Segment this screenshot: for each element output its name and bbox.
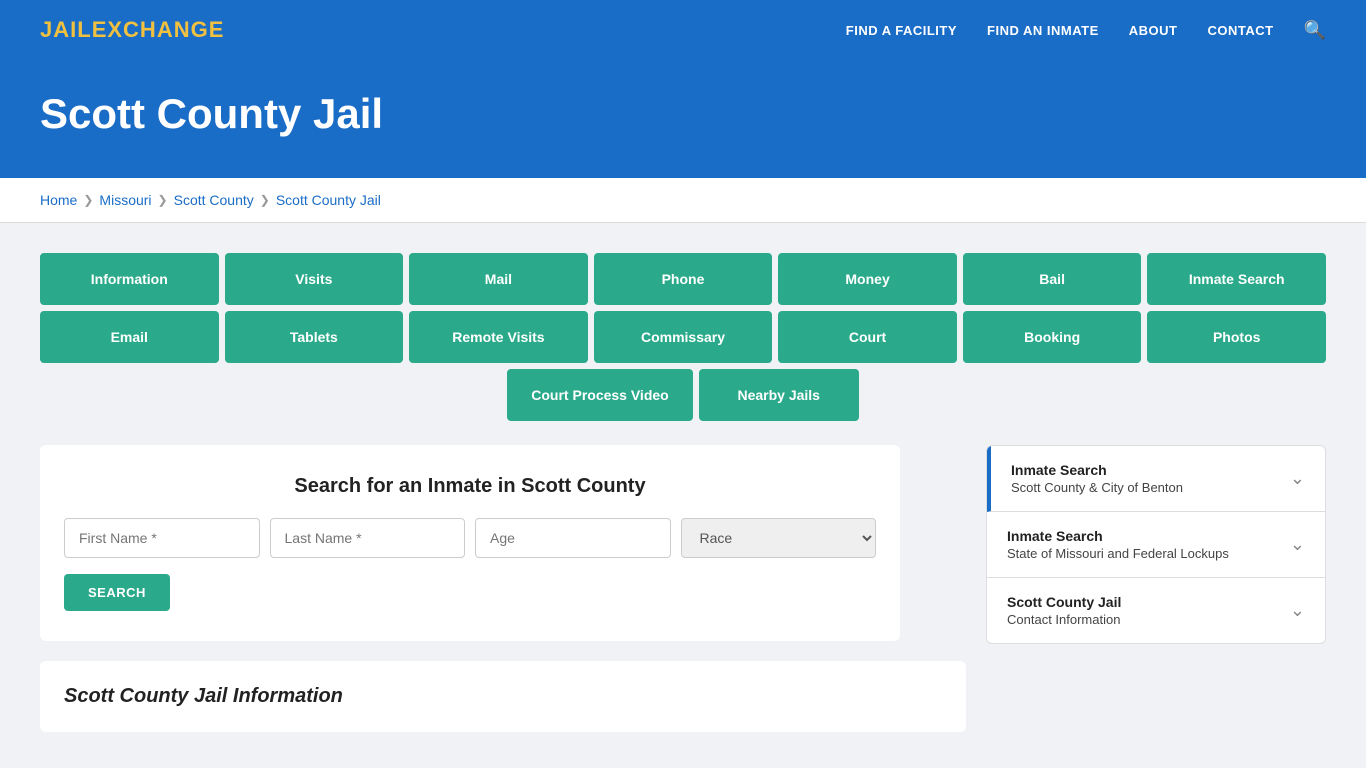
main-content: Information Visits Mail Phone Money Bail… [0,223,1366,762]
btn-email[interactable]: Email [40,311,219,363]
chevron-icon-2: ⌄ [1290,534,1305,555]
nav-find-facility[interactable]: FIND A FACILITY [846,23,957,38]
hero-section: Scott County Jail [0,60,1366,178]
btn-tablets[interactable]: Tablets [225,311,404,363]
main-nav: FIND A FACILITY FIND AN INMATE ABOUT CON… [846,20,1326,41]
btn-commissary[interactable]: Commissary [594,311,773,363]
sidebar-item-sub-2: State of Missouri and Federal Lockups [1007,546,1229,561]
btn-court[interactable]: Court [778,311,957,363]
logo-exchange-x: E [92,17,108,42]
breadcrumb-missouri[interactable]: Missouri [99,192,151,208]
logo-exchange-rest: XCHANGE [107,17,224,42]
race-select[interactable]: Race White Black Hispanic Asian Other [681,518,877,558]
btn-nearby-jails[interactable]: Nearby Jails [699,369,859,421]
breadcrumb-scott-county[interactable]: Scott County [174,192,254,208]
breadcrumb-scott-county-jail[interactable]: Scott County Jail [276,192,381,208]
sidebar-item-title-3: Scott County Jail [1007,594,1121,610]
search-button[interactable]: SEARCH [64,574,170,611]
breadcrumb-sep-1: ❯ [83,193,93,207]
search-panel: Search for an Inmate in Scott County Rac… [40,445,900,641]
sidebar-item-inmate-search-scott[interactable]: Inmate Search Scott County & City of Ben… [987,446,1325,512]
sidebar-item-inmate-search-state[interactable]: Inmate Search State of Missouri and Fede… [987,512,1325,578]
page-title: Scott County Jail [40,90,1326,138]
header-search-icon[interactable]: 🔍 [1304,20,1326,41]
btn-booking[interactable]: Booking [963,311,1142,363]
info-title: Scott County Jail Information [64,685,942,708]
header: JAILEXCHANGE FIND A FACILITY FIND AN INM… [0,0,1366,60]
search-fields: Race White Black Hispanic Asian Other [64,518,876,558]
breadcrumb-bar: Home ❯ Missouri ❯ Scott County ❯ Scott C… [0,178,1366,223]
age-input[interactable] [475,518,671,558]
btn-visits[interactable]: Visits [225,253,404,305]
nav-buttons-row2: Email Tablets Remote Visits Commissary C… [40,311,1326,363]
sidebar-item-contact-info[interactable]: Scott County Jail Contact Information ⌄ [987,578,1325,643]
chevron-icon-3: ⌄ [1290,600,1305,621]
breadcrumb-sep-3: ❯ [260,193,270,207]
last-name-input[interactable] [270,518,466,558]
logo[interactable]: JAILEXCHANGE [40,17,224,43]
logo-jail: JAIL [40,17,92,42]
sidebar-item-title-2: Inmate Search [1007,528,1229,544]
sidebar: Inmate Search Scott County & City of Ben… [986,445,1326,644]
breadcrumb-sep-2: ❯ [158,193,168,207]
sidebar-item-title-1: Inmate Search [1011,462,1183,478]
btn-inmate-search[interactable]: Inmate Search [1147,253,1326,305]
breadcrumb: Home ❯ Missouri ❯ Scott County ❯ Scott C… [40,192,1326,208]
btn-bail[interactable]: Bail [963,253,1142,305]
btn-mail[interactable]: Mail [409,253,588,305]
breadcrumb-home[interactable]: Home [40,192,77,208]
btn-phone[interactable]: Phone [594,253,773,305]
first-name-input[interactable] [64,518,260,558]
btn-information[interactable]: Information [40,253,219,305]
nav-buttons-row1: Information Visits Mail Phone Money Bail… [40,253,1326,305]
btn-remote-visits[interactable]: Remote Visits [409,311,588,363]
nav-contact[interactable]: CONTACT [1207,23,1273,38]
btn-court-process-video[interactable]: Court Process Video [507,369,692,421]
sidebar-item-sub-3: Contact Information [1007,612,1121,627]
sidebar-item-sub-1: Scott County & City of Benton [1011,480,1183,495]
btn-money[interactable]: Money [778,253,957,305]
nav-about[interactable]: ABOUT [1129,23,1178,38]
content-section: Search for an Inmate in Scott County Rac… [40,445,1326,732]
left-column: Search for an Inmate in Scott County Rac… [40,445,966,732]
btn-photos[interactable]: Photos [1147,311,1326,363]
nav-find-inmate[interactable]: FIND AN INMATE [987,23,1099,38]
chevron-icon-1: ⌄ [1290,468,1305,489]
search-title: Search for an Inmate in Scott County [64,475,876,498]
info-section: Scott County Jail Information [40,661,966,732]
nav-buttons-row3: Court Process Video Nearby Jails [40,369,1326,421]
